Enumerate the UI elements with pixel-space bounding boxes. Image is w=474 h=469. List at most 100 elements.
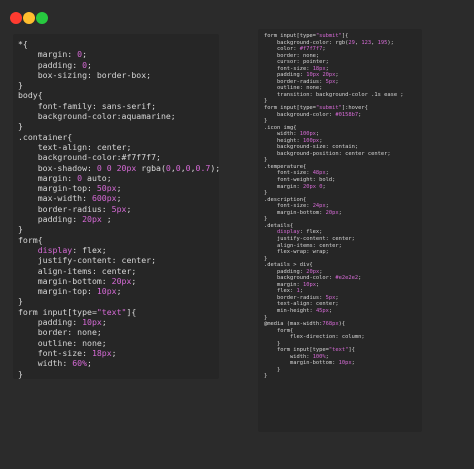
code-token: ;	[116, 286, 122, 297]
code-line: *{	[18, 39, 220, 49]
code-token: ;	[319, 268, 323, 275]
code-token: margin-bottom:	[289, 360, 339, 367]
code-token: box-sizing: border-box;	[37, 69, 152, 80]
code-token: color:	[276, 46, 300, 53]
code-token: 48px	[312, 170, 326, 177]
code-token: }	[264, 98, 268, 105]
code-token: width:	[276, 131, 300, 138]
code-token: ;	[335, 72, 339, 79]
code-token: ;	[325, 170, 329, 177]
code-token: 50px	[96, 183, 117, 194]
close-window-icon[interactable]	[10, 12, 22, 24]
code-token: align-items: center;	[276, 242, 342, 249]
code-token: 20px	[302, 183, 316, 190]
code-line: margin-top: 10px;	[18, 286, 220, 296]
code-token: 20px	[322, 72, 336, 79]
code-line: padding: 0;	[18, 60, 220, 70]
code-token: min-height:	[276, 307, 316, 314]
code-token: margin-bottom:	[37, 275, 112, 286]
code-token: padding:	[37, 317, 83, 328]
code-token: border: none;	[37, 327, 102, 338]
code-token: ;	[325, 203, 329, 210]
code-token: max-width:	[37, 193, 92, 204]
code-token: padding:	[37, 59, 83, 70]
minimize-window-icon[interactable]	[23, 12, 35, 24]
code-token: .temperature{	[264, 163, 307, 170]
code-token: ;	[315, 281, 320, 288]
code-token: : flex;	[299, 229, 323, 236]
code-token: background-color:#f7f7f7;	[37, 152, 161, 163]
code-token: 20px	[306, 268, 320, 275]
code-line: }	[264, 373, 404, 380]
code-token: }	[264, 366, 281, 373]
code-token: 60%	[72, 358, 88, 369]
code-token: body{	[18, 90, 43, 101]
code-token: }	[264, 314, 268, 321]
code-line: margin-bottom: 20px;	[18, 276, 220, 286]
code-token: margin-bottom:	[276, 209, 326, 216]
code-token: .container{	[18, 131, 73, 142]
code-line: font-size: 18px;	[18, 348, 220, 358]
code-token: font-size:	[276, 170, 313, 177]
code-token: 20px	[116, 162, 137, 173]
maximize-window-icon[interactable]	[36, 12, 48, 24]
code-token: margin:	[37, 49, 78, 60]
code-line: box-sizing: border-box;	[18, 70, 220, 80]
code-token: : flex;	[72, 244, 107, 255]
code-token: font-size:	[37, 347, 92, 358]
code-token: outline: none;	[37, 337, 107, 348]
code-token: ;	[335, 294, 339, 301]
code-token: font-size:	[276, 65, 313, 72]
code-token: width:	[289, 353, 313, 360]
code-token: ;	[116, 193, 122, 204]
code-line: margin: 0;	[18, 49, 220, 59]
code-token: display	[37, 244, 73, 255]
code-token: 5px	[111, 203, 127, 214]
code-token: form input[type=	[264, 105, 316, 112]
code-line: form input[type="text"]{	[18, 307, 220, 317]
code-line: align-items: center;	[18, 266, 220, 276]
code-token: 45px	[315, 307, 329, 314]
code-token: ;	[322, 46, 326, 53]
code-line: body{	[18, 90, 220, 100]
code-token: border-radius:	[276, 78, 326, 85]
code-token: 5px	[325, 294, 336, 301]
code-token: .details{	[264, 222, 294, 229]
code-token: 768px	[322, 321, 339, 328]
code-token: flex-direction: column;	[289, 334, 365, 341]
code-token: 100%	[312, 353, 326, 360]
code-token: #e2e2e2	[335, 275, 359, 282]
code-token: ]{	[126, 306, 137, 317]
code-line: form{	[18, 235, 220, 245]
code-token: height:	[276, 137, 303, 144]
code-token: }	[264, 216, 268, 223]
code-token: ;	[319, 137, 323, 144]
code-token: 10px	[338, 360, 352, 367]
code-token: "submit"	[315, 105, 342, 112]
css-code-block-left: *{ margin: 0; padding: 0; box-sizing: bo…	[18, 39, 220, 379]
code-token: ;	[299, 288, 303, 295]
code-token: 123	[361, 39, 372, 46]
code-line: transition: background-color .1s ease ;	[264, 92, 404, 99]
code-token: border: none;	[276, 52, 320, 59]
